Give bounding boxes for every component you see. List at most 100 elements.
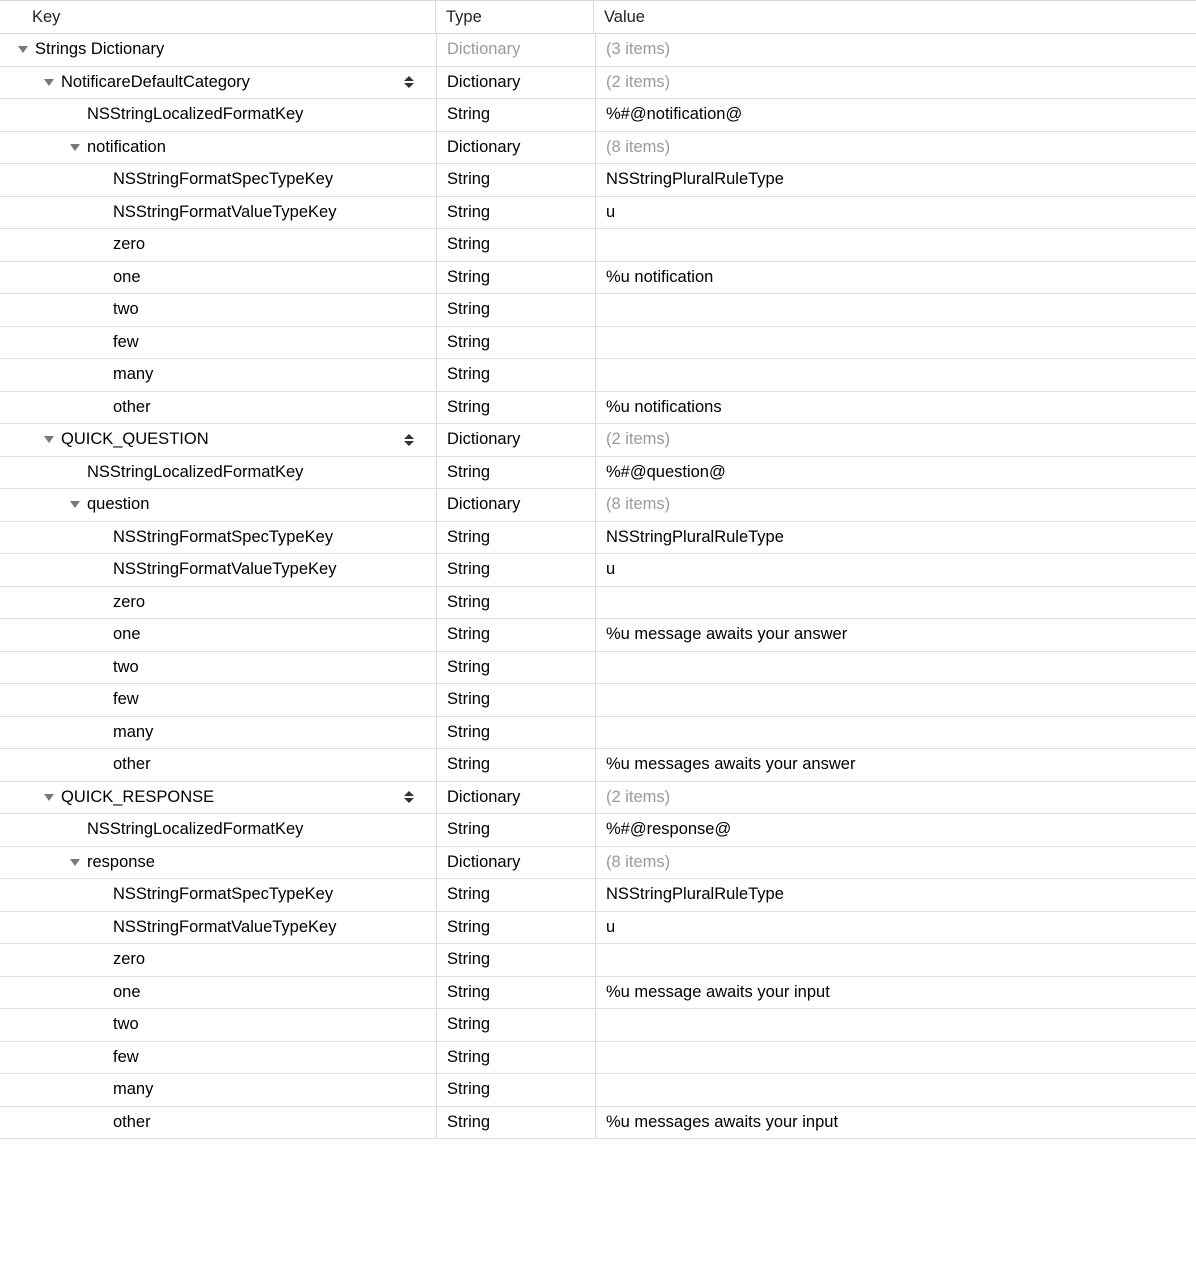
table-row[interactable]: NSStringFormatValueTypeKeyStringu: [0, 197, 1196, 230]
row-key-label[interactable]: NSStringFormatSpecTypeKey: [113, 528, 333, 547]
row-key-label[interactable]: many: [113, 1080, 153, 1099]
row-value-label[interactable]: %u notifications: [606, 398, 722, 417]
row-key-label[interactable]: NSStringLocalizedFormatKey: [87, 820, 303, 839]
row-value-label[interactable]: %u messages awaits your answer: [606, 755, 855, 774]
row-type-label[interactable]: String: [447, 755, 490, 774]
row-type-label[interactable]: String: [447, 170, 490, 189]
table-row[interactable]: manyString: [0, 1074, 1196, 1107]
row-key-label[interactable]: zero: [113, 593, 145, 612]
disclosure-triangle-icon[interactable]: [70, 144, 80, 151]
table-row[interactable]: manyString: [0, 717, 1196, 750]
table-row[interactable]: NSStringFormatSpecTypeKeyStringNSStringP…: [0, 522, 1196, 555]
disclosure-triangle-icon[interactable]: [18, 46, 28, 53]
row-type-label[interactable]: Dictionary: [447, 788, 520, 807]
row-type-label[interactable]: String: [447, 820, 490, 839]
row-key-label[interactable]: NSStringLocalizedFormatKey: [87, 105, 303, 124]
row-type-label[interactable]: String: [447, 1015, 490, 1034]
table-row[interactable]: questionDictionary(8 items): [0, 489, 1196, 522]
table-row[interactable]: responseDictionary(8 items): [0, 847, 1196, 880]
row-key-label[interactable]: zero: [113, 235, 145, 254]
row-type-label[interactable]: Dictionary: [447, 138, 520, 157]
row-key-label[interactable]: one: [113, 625, 141, 644]
row-key-label[interactable]: NSStringLocalizedFormatKey: [87, 463, 303, 482]
row-value-label[interactable]: (8 items): [606, 495, 670, 514]
column-header-key[interactable]: Key: [0, 1, 436, 33]
row-key-label[interactable]: one: [113, 268, 141, 287]
row-value-label[interactable]: %#@question@: [606, 463, 726, 482]
row-type-label[interactable]: String: [447, 690, 490, 709]
row-value-label[interactable]: %u message awaits your answer: [606, 625, 847, 644]
row-type-label[interactable]: String: [447, 950, 490, 969]
table-row[interactable]: two String: [0, 294, 1196, 327]
row-value-label[interactable]: %u messages awaits your input: [606, 1113, 838, 1132]
row-type-label[interactable]: Dictionary: [447, 495, 520, 514]
table-row[interactable]: oneString%u message awaits your answer: [0, 619, 1196, 652]
row-type-label[interactable]: String: [447, 593, 490, 612]
table-row[interactable]: otherString%u notifications: [0, 392, 1196, 425]
row-type-label[interactable]: String: [447, 365, 490, 384]
table-row[interactable]: zero String: [0, 587, 1196, 620]
table-row[interactable]: twoString: [0, 652, 1196, 685]
table-row[interactable]: other String %u messages awaits your answe…: [0, 749, 1196, 782]
disclosure-triangle-icon[interactable]: [44, 794, 54, 801]
disclosure-triangle-icon[interactable]: [44, 436, 54, 443]
row-value-label[interactable]: u: [606, 918, 615, 937]
row-type-label[interactable]: Dictionary: [447, 853, 520, 872]
row-value-label[interactable]: (2 items): [606, 73, 670, 92]
row-value-label[interactable]: (8 items): [606, 853, 670, 872]
key-type-stepper-icon[interactable]: [404, 76, 414, 88]
row-value-label[interactable]: (8 items): [606, 138, 670, 157]
row-key-label[interactable]: NotificareDefaultCategory: [61, 73, 250, 92]
row-type-label[interactable]: String: [447, 105, 490, 124]
key-type-stepper-icon[interactable]: [404, 434, 414, 446]
row-type-label[interactable]: String: [447, 528, 490, 547]
row-value-label[interactable]: %u notification: [606, 268, 713, 287]
table-row[interactable]: few String: [0, 1042, 1196, 1075]
table-row[interactable]: fewString: [0, 684, 1196, 717]
row-key-label[interactable]: NSStringFormatValueTypeKey: [113, 918, 336, 937]
row-type-label[interactable]: Dictionary: [447, 430, 520, 449]
row-key-label[interactable]: many: [113, 723, 153, 742]
table-row[interactable]: zeroString: [0, 229, 1196, 262]
row-type-label[interactable]: String: [447, 658, 490, 677]
row-value-label[interactable]: (2 items): [606, 430, 670, 449]
row-value-label[interactable]: NSStringPluralRuleType: [606, 170, 784, 189]
table-row[interactable]: NSStringFormatSpecTypeKeyStringNSStringP…: [0, 879, 1196, 912]
row-key-label[interactable]: Strings Dictionary: [35, 40, 164, 59]
row-value-label[interactable]: %u message awaits your input: [606, 983, 830, 1002]
row-key-label[interactable]: QUICK_QUESTION: [61, 430, 209, 449]
row-key-label[interactable]: few: [113, 333, 139, 352]
table-row[interactable]: QUICK_QUESTION Dictionary (2 items): [0, 424, 1196, 457]
table-row[interactable]: NSStringLocalizedFormatKey String %#@notif…: [0, 99, 1196, 132]
row-value-label[interactable]: (3 items): [606, 40, 670, 59]
row-key-label[interactable]: many: [113, 365, 153, 384]
row-type-label[interactable]: String: [447, 918, 490, 937]
row-key-label[interactable]: notification: [87, 138, 166, 157]
table-row[interactable]: QUICK_RESPONSEDictionary(2 items): [0, 782, 1196, 815]
table-row[interactable]: NotificareDefaultCategoryDictionary(2 it…: [0, 67, 1196, 100]
row-value-label[interactable]: %#@response@: [606, 820, 731, 839]
table-row[interactable]: few String: [0, 327, 1196, 360]
table-row[interactable]: NSStringFormatValueTypeKeyStringu: [0, 554, 1196, 587]
row-key-label[interactable]: NSStringFormatSpecTypeKey: [113, 885, 333, 904]
row-type-label[interactable]: String: [447, 885, 490, 904]
row-key-label[interactable]: one: [113, 983, 141, 1002]
table-row[interactable]: NSStringFormatSpecTypeKeyStringNSStringP…: [0, 164, 1196, 197]
row-value-label[interactable]: u: [606, 203, 615, 222]
row-key-label[interactable]: two: [113, 300, 139, 319]
row-key-label[interactable]: two: [113, 1015, 139, 1034]
row-value-label[interactable]: %#@notification@: [606, 105, 742, 124]
row-key-label[interactable]: few: [113, 1048, 139, 1067]
row-value-label[interactable]: u: [606, 560, 615, 579]
column-header-type[interactable]: Type: [436, 1, 594, 33]
disclosure-triangle-icon[interactable]: [70, 859, 80, 866]
row-key-label[interactable]: other: [113, 755, 151, 774]
row-type-label[interactable]: String: [447, 300, 490, 319]
row-type-label[interactable]: String: [447, 1048, 490, 1067]
row-type-label[interactable]: String: [447, 560, 490, 579]
row-type-label[interactable]: String: [447, 268, 490, 287]
row-type-label[interactable]: String: [447, 333, 490, 352]
table-row[interactable]: Strings DictionaryDictionary(3 items): [0, 34, 1196, 67]
table-row[interactable]: NSStringLocalizedFormatKey String %#@respo…: [0, 814, 1196, 847]
table-row[interactable]: otherString%u messages awaits your input: [0, 1107, 1196, 1140]
